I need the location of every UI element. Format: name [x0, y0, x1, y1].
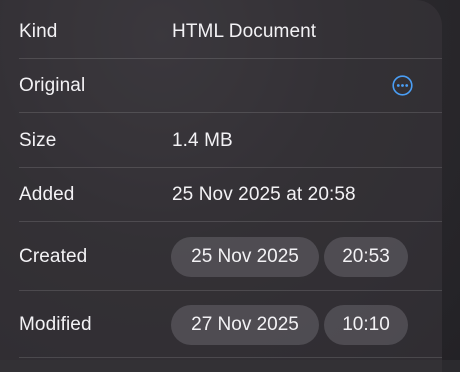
created-label: Created — [19, 246, 88, 267]
info-row-kind: Kind HTML Document — [0, 10, 442, 54]
created-time-button[interactable]: 20:53 — [324, 237, 408, 277]
divider — [19, 112, 442, 113]
modified-label: Modified — [19, 314, 92, 335]
added-value: 25 Nov 2025 at 20:58 — [172, 184, 356, 205]
info-row-added: Added 25 Nov 2025 at 20:58 — [0, 173, 442, 217]
info-row-modified: Modified 27 Nov 2025 10:10 — [0, 296, 442, 354]
size-value: 1.4 MB — [172, 130, 233, 151]
modified-date-button[interactable]: 27 Nov 2025 — [171, 305, 319, 345]
modified-time-button[interactable]: 10:10 — [324, 305, 408, 345]
divider — [19, 221, 442, 222]
size-label: Size — [19, 130, 57, 151]
divider — [19, 58, 442, 59]
info-row-original: Original — [0, 64, 442, 108]
created-date-button[interactable]: 25 Nov 2025 — [171, 237, 319, 277]
info-panel: Kind HTML Document Original Size 1.4 MB … — [0, 0, 442, 372]
divider — [19, 167, 442, 168]
more-ellipsis-circle-icon[interactable] — [392, 75, 413, 96]
divider — [19, 357, 442, 358]
kind-value: HTML Document — [172, 21, 317, 42]
added-label: Added — [19, 184, 75, 205]
info-row-size: Size 1.4 MB — [0, 119, 442, 163]
divider — [19, 290, 442, 291]
info-row-created: Created 25 Nov 2025 20:53 — [0, 228, 442, 286]
kind-label: Kind — [19, 21, 58, 42]
original-label: Original — [19, 75, 86, 96]
